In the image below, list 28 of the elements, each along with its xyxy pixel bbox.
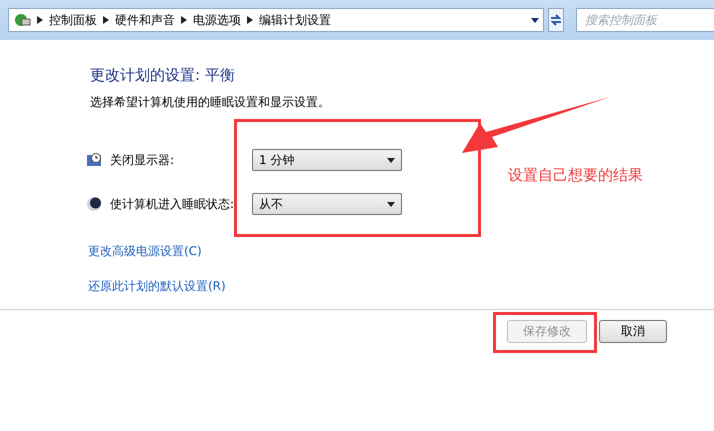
- chevron-icon: [181, 16, 187, 24]
- chevron-icon: [247, 16, 253, 24]
- refresh-button[interactable]: [548, 8, 564, 32]
- control-panel-icon: [13, 12, 31, 28]
- search-field[interactable]: 搜索控制面板: [576, 8, 714, 32]
- breadcrumb-item[interactable]: 控制面板: [49, 12, 97, 28]
- chevron-icon: [37, 16, 43, 24]
- link[interactable]: 还原此计划的默认设置(R): [88, 278, 226, 295]
- link[interactable]: 更改高级电源设置(C): [88, 243, 202, 260]
- setting-label: 关闭显示器:: [110, 152, 176, 168]
- cancel-button[interactable]: 取消: [599, 320, 667, 343]
- monitor-clock-icon: [86, 152, 102, 168]
- caret-icon: [387, 202, 395, 206]
- caret-icon[interactable]: [531, 18, 539, 22]
- chevron-icon: [103, 16, 109, 24]
- setting-label: 使计算机进入睡眠状态:: [110, 196, 236, 212]
- address-bar[interactable]: 控制面板 硬件和声音 电源选项 编辑计划设置: [8, 8, 544, 32]
- breadcrumb-item[interactable]: 编辑计划设置: [259, 12, 331, 28]
- dropdown[interactable]: 1 分钟: [252, 149, 402, 171]
- caret-icon: [387, 158, 395, 162]
- dropdown[interactable]: 从不: [252, 193, 402, 215]
- moon-icon: [86, 196, 102, 212]
- breadcrumb-item[interactable]: 硬件和声音: [115, 12, 175, 28]
- annotation-text: 设置自己想要的结果: [508, 166, 643, 185]
- refresh-icon: [549, 13, 563, 27]
- page-heading: 更改计划的设置: 平衡: [90, 66, 236, 85]
- description-text: 选择希望计算机使用的睡眠设置和显示设置。: [90, 94, 331, 111]
- breadcrumb-item[interactable]: 电源选项: [193, 12, 241, 28]
